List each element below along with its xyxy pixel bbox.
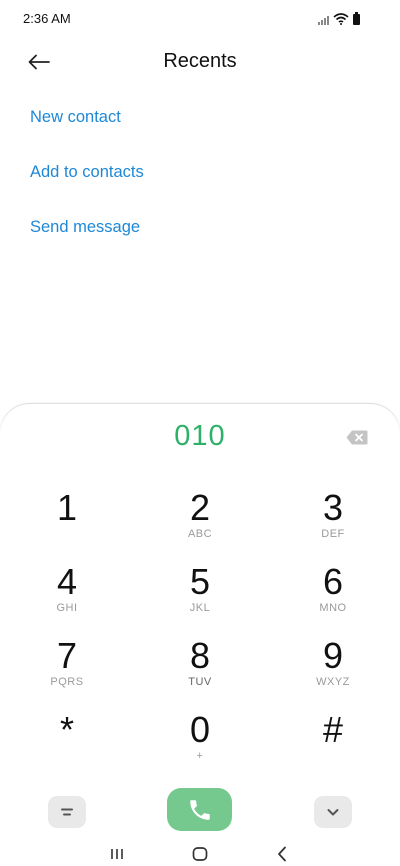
home-icon <box>192 847 208 861</box>
header: Recents <box>0 40 400 84</box>
status-bar: 2:36 AM <box>0 0 400 36</box>
call-button[interactable] <box>167 788 232 831</box>
new-contact-link[interactable]: New contact <box>30 100 144 155</box>
dialpad-sheet: 010 1 2 ABC 3 DEF 4 GHI 5 JKL 6 MNO 7 PQ… <box>0 404 400 866</box>
backspace-icon <box>346 430 368 445</box>
add-to-contacts-link[interactable]: Add to contacts <box>30 155 144 210</box>
key-digit: 0 <box>189 709 211 750</box>
nav-back-button[interactable] <box>267 844 297 864</box>
dialpad-actions <box>0 788 400 834</box>
key-5[interactable]: 5 JKL <box>150 562 250 630</box>
key-digit: 3 <box>322 487 344 528</box>
key-digit: 4 <box>56 561 78 602</box>
key-4[interactable]: 4 GHI <box>17 562 117 630</box>
key-digit: 5 <box>189 561 211 602</box>
battery-icon <box>353 12 360 25</box>
key-digit: 6 <box>322 561 344 602</box>
key-letters: JKL <box>189 602 211 614</box>
status-time: 2:36 AM <box>23 11 71 26</box>
key-digit: 1 <box>56 487 78 528</box>
key-digit: 2 <box>189 487 211 528</box>
wifi-icon <box>333 13 349 25</box>
key-digit: 7 <box>56 635 78 676</box>
key-7[interactable]: 7 PQRS <box>17 636 117 704</box>
key-6[interactable]: 6 MNO <box>283 562 383 630</box>
status-icons <box>318 11 360 25</box>
nav-back-icon <box>278 846 286 862</box>
home-button[interactable] <box>185 844 215 864</box>
key-1[interactable]: 1 <box>17 488 117 556</box>
key-star[interactable]: * <box>17 710 117 778</box>
menu-icon <box>61 808 73 816</box>
key-letters: + <box>196 750 204 762</box>
send-message-link[interactable]: Send message <box>30 210 144 265</box>
page-title: Recents <box>163 50 237 72</box>
key-digit: # <box>322 709 344 750</box>
key-digit: * <box>59 709 74 750</box>
key-2[interactable]: 2 ABC <box>150 488 250 556</box>
key-letters: GHI <box>56 602 78 614</box>
collapse-dialpad-button[interactable] <box>314 796 352 828</box>
key-letters: PQRS <box>50 676 84 688</box>
key-letters: DEF <box>321 528 345 540</box>
chevron-down-icon <box>327 809 339 816</box>
key-8[interactable]: 8 TUV <box>150 636 250 704</box>
phone-icon <box>189 799 210 820</box>
key-digit: 9 <box>322 635 344 676</box>
key-9[interactable]: 9 WXYZ <box>283 636 383 704</box>
key-3[interactable]: 3 DEF <box>283 488 383 556</box>
recent-apps-button[interactable] <box>102 844 132 864</box>
system-nav-bar <box>0 840 400 866</box>
dialed-number: 010 <box>174 420 226 452</box>
recent-apps-icon <box>111 849 123 859</box>
key-letters: ABC <box>187 528 213 540</box>
recents-actions: New contact Add to contacts Send message <box>30 100 144 265</box>
key-0[interactable]: 0 + <box>150 710 250 778</box>
key-letters: MNO <box>319 602 347 614</box>
key-hash[interactable]: # <box>283 710 383 778</box>
menu-button[interactable] <box>48 796 86 828</box>
key-letters: TUV <box>188 676 212 688</box>
signal-icon <box>318 14 329 25</box>
backspace-button[interactable] <box>346 430 368 445</box>
key-digit: 8 <box>189 635 211 676</box>
key-letters: WXYZ <box>316 676 350 688</box>
